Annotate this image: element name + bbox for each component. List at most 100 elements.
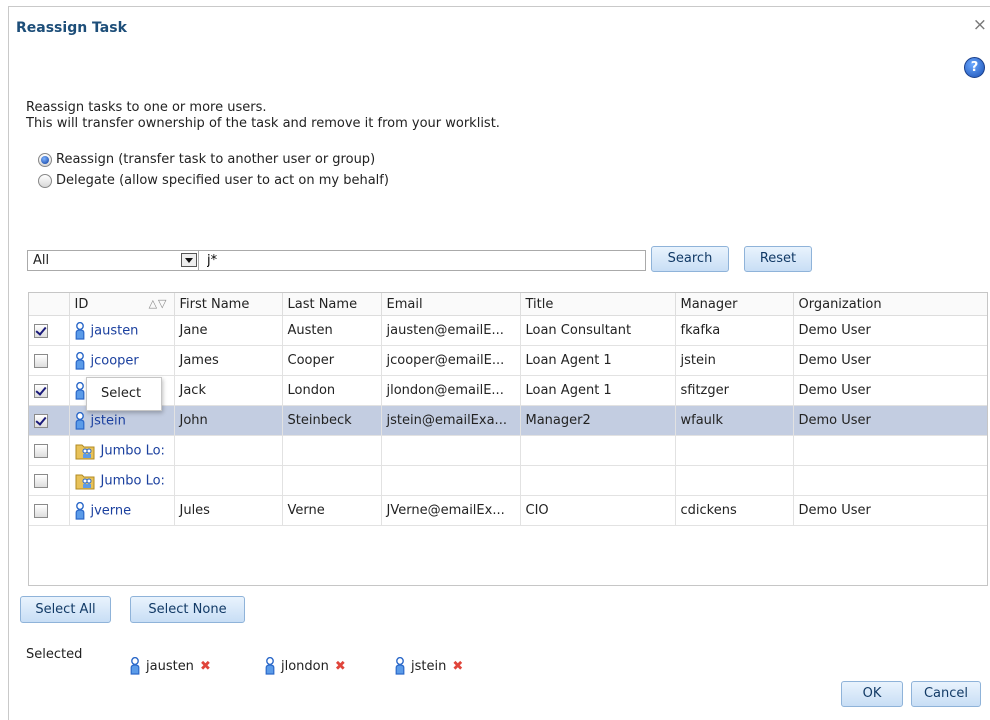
cell-id[interactable]: Jumbo Lo: [69, 465, 175, 496]
cell-last-name: Cooper [282, 345, 382, 376]
select-tooltip: Select [86, 377, 162, 411]
table-row[interactable]: Jumbo Lo: [29, 435, 987, 466]
header-last-name[interactable]: Last Name [282, 293, 382, 316]
cell-id[interactable]: jverne [69, 495, 175, 526]
table-row[interactable]: Jumbo Lo: [29, 465, 987, 496]
selected-user-chip: jlondon ✖ [265, 657, 346, 675]
row-checkbox-cell [29, 495, 70, 526]
row-checkbox-cell [29, 375, 70, 406]
row-checkbox[interactable] [34, 383, 48, 398]
cell-email [381, 465, 521, 496]
cell-manager: cdickens [675, 495, 794, 526]
cell-organization: Demo User [793, 495, 987, 526]
header-title[interactable]: Title [520, 293, 676, 316]
user-icon [75, 411, 84, 430]
cell-last-name [282, 435, 382, 466]
cell-first-name: Jules [174, 495, 283, 526]
cell-email: jstein@emailExa... [381, 405, 521, 436]
row-checkbox[interactable] [34, 503, 48, 518]
users-table: ID △▽ First Name Last Name Email Title M… [28, 292, 988, 586]
ok-button[interactable]: OK [841, 681, 903, 707]
reassign-option[interactable]: Reassign (transfer task to another user … [38, 149, 389, 170]
cell-email [381, 435, 521, 466]
cell-first-name [174, 465, 283, 496]
cell-manager [675, 435, 794, 466]
cell-manager: sfitzger [675, 375, 794, 406]
dialog-title: Reassign Task [16, 20, 127, 36]
cell-organization: Demo User [793, 405, 987, 436]
identity-type-select[interactable]: All [27, 250, 201, 271]
user-id-link[interactable]: jstein [91, 413, 126, 428]
remove-icon[interactable]: ✖ [335, 659, 346, 674]
header-first-name[interactable]: First Name [174, 293, 283, 316]
header-id[interactable]: ID △▽ [69, 293, 175, 316]
row-checkbox-cell [29, 315, 70, 346]
reset-button[interactable]: Reset [744, 246, 812, 272]
row-checkbox[interactable] [34, 323, 48, 338]
cell-email: jlondon@emailE... [381, 375, 521, 406]
user-id-link[interactable]: jcooper [91, 353, 139, 368]
cell-email: jcooper@emailE... [381, 345, 521, 376]
user-icon [75, 501, 84, 520]
user-icon [75, 321, 84, 340]
cell-id[interactable]: jausten [69, 315, 175, 346]
empty-row [29, 526, 987, 586]
select-all-button[interactable]: Select All [20, 596, 111, 623]
table-row[interactable]: jausten Jane Austen jausten@emailE... Loan C… [29, 315, 987, 346]
selected-user-chip: jstein ✖ [395, 657, 463, 675]
row-checkbox[interactable] [34, 353, 48, 368]
remove-icon[interactable]: ✖ [200, 659, 211, 674]
selected-user-name: jstein [411, 658, 447, 674]
row-checkbox[interactable] [34, 413, 48, 428]
reassign-radio-label: Reassign (transfer task to another user … [56, 152, 376, 167]
reassign-mode-group: Reassign (transfer task to another user … [38, 149, 389, 191]
user-id-link[interactable]: Jumbo Lo: [101, 473, 165, 488]
search-button[interactable]: Search [651, 246, 729, 272]
cell-first-name: Jane [174, 315, 283, 346]
dropdown-arrow-icon[interactable] [181, 253, 197, 267]
select-none-button[interactable]: Select None [130, 596, 245, 623]
cancel-button[interactable]: Cancel [911, 681, 981, 707]
row-checkbox-cell [29, 435, 70, 466]
table-row[interactable]: jstein John Steinbeck jstein@emailExa... Man… [29, 405, 987, 436]
table-row[interactable]: Jack London jlondon@emailE... Loan Agent 1s… [29, 375, 987, 406]
table-row[interactable]: jverne Jules Verne JVerne@emailEx... CIO cdic… [29, 495, 987, 526]
help-icon[interactable]: ? [964, 57, 985, 78]
close-icon[interactable]: × [973, 17, 987, 34]
header-organization[interactable]: Organization [793, 293, 987, 316]
cell-first-name: James [174, 345, 283, 376]
user-id-link[interactable]: jausten [91, 323, 139, 338]
selected-label: Selected [26, 647, 83, 662]
cell-title: Manager2 [520, 405, 676, 436]
reassign-radio[interactable] [38, 152, 52, 167]
delegate-option[interactable]: Delegate (allow specified user to act on… [38, 170, 389, 191]
user-icon [265, 657, 275, 675]
header-manager[interactable]: Manager [675, 293, 794, 316]
header-email[interactable]: Email [381, 293, 521, 316]
header-id-label: ID [74, 296, 89, 312]
cell-organization [793, 465, 987, 496]
cell-title [520, 435, 676, 466]
remove-icon[interactable]: ✖ [452, 659, 463, 674]
cell-id[interactable]: Jumbo Lo: [69, 435, 175, 466]
cell-manager [675, 465, 794, 496]
sort-icon[interactable]: △▽ [149, 297, 168, 310]
cell-last-name: Austen [282, 315, 382, 346]
table-row[interactable]: jcooper James Cooper jcooper@emailE... Loan … [29, 345, 987, 376]
cell-organization: Demo User [793, 315, 987, 346]
cell-organization: Demo User [793, 345, 987, 376]
user-icon [75, 351, 84, 370]
reassign-task-dialog: Reassign Task × ? Reassign tasks to one … [8, 6, 990, 720]
user-id-link[interactable]: jverne [91, 503, 132, 518]
row-checkbox[interactable] [34, 443, 48, 458]
cell-id[interactable]: jcooper [69, 345, 175, 376]
delegate-radio[interactable] [38, 173, 52, 188]
description-line-2: This will transfer ownership of the task… [26, 116, 500, 131]
cell-email: JVerne@emailEx... [381, 495, 521, 526]
group-icon [75, 474, 94, 489]
selected-user-name: jlondon [281, 658, 329, 674]
user-id-link[interactable]: Jumbo Lo: [101, 443, 165, 458]
search-input[interactable] [198, 250, 646, 271]
cell-manager: wfaulk [675, 405, 794, 436]
row-checkbox[interactable] [34, 473, 48, 488]
